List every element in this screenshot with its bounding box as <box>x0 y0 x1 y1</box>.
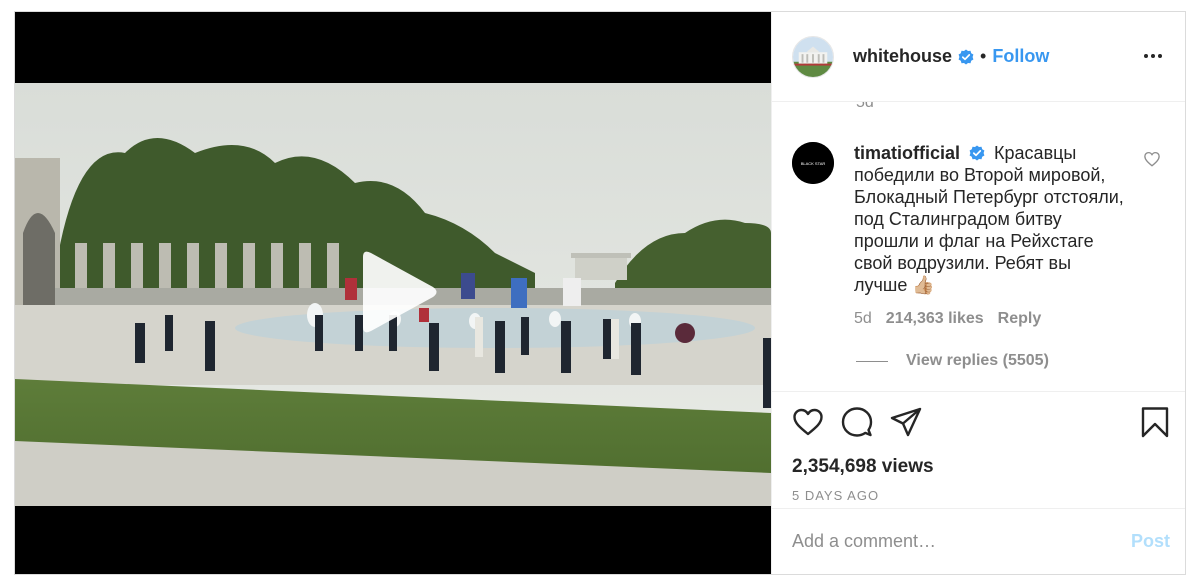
video-panel[interactable] <box>15 12 771 574</box>
bookmark-icon <box>1141 407 1169 438</box>
comment-button[interactable] <box>841 406 873 438</box>
author-username[interactable]: whitehouse <box>853 46 952 67</box>
comment-body: timatiofficial Красавцы победили во Втор… <box>854 142 1124 328</box>
save-button[interactable] <box>1139 406 1171 438</box>
white-house-avatar-icon <box>793 36 833 77</box>
comment-time: 5d <box>854 310 872 327</box>
previous-comment-time: 5d <box>856 102 874 111</box>
comment-likes[interactable]: 214,363 likes <box>886 310 984 328</box>
post-timestamp: 5 DAYS AGO <box>792 488 880 503</box>
commenter-avatar[interactable]: BLACK STAR <box>792 142 834 184</box>
post-dialog: whitehouse • Follow 5d BLACK STAR timati… <box>14 11 1186 575</box>
view-count[interactable]: 2,354,698 views <box>772 456 1185 478</box>
share-button[interactable] <box>890 406 922 438</box>
black-star-avatar-icon: BLACK STAR <box>792 142 834 184</box>
heart-icon <box>793 408 823 436</box>
comment-text: Красавцы победили во Второй мировой, Бло… <box>854 143 1124 295</box>
add-comment-input[interactable] <box>792 531 1131 552</box>
heart-outline-icon <box>1144 151 1160 167</box>
comment-composer: Post <box>772 508 1185 574</box>
commenter-username[interactable]: timatiofficial <box>854 143 960 163</box>
post-comment-button[interactable]: Post <box>1131 531 1170 552</box>
author-avatar[interactable] <box>792 35 834 78</box>
verified-badge-icon <box>969 145 985 161</box>
view-replies-label: View replies (5505) <box>906 352 1049 369</box>
action-bar <box>772 392 1185 456</box>
comment-text-block: timatiofficial Красавцы победили во Втор… <box>854 142 1124 296</box>
comment-icon <box>841 407 873 437</box>
reply-button[interactable]: Reply <box>998 310 1042 328</box>
verified-badge-icon <box>958 49 974 64</box>
view-replies-button[interactable]: View replies (5505) <box>856 352 1049 370</box>
comments-list[interactable]: 5d BLACK STAR timatiofficial Красавцы по… <box>772 102 1185 392</box>
share-icon <box>890 407 922 437</box>
comment-meta: 5d 214,363 likes Reply <box>854 310 1124 328</box>
like-button[interactable] <box>792 406 824 438</box>
post-header: whitehouse • Follow <box>772 12 1185 102</box>
comment-item: BLACK STAR timatiofficial Красавцы побед… <box>792 142 1152 328</box>
post-sidebar: whitehouse • Follow 5d BLACK STAR timati… <box>771 12 1185 574</box>
separator-dot: • <box>980 46 987 66</box>
svg-text:BLACK STAR: BLACK STAR <box>801 161 826 166</box>
follow-button[interactable]: Follow <box>992 46 1049 67</box>
more-options-button[interactable] <box>1141 44 1165 68</box>
play-button[interactable] <box>355 247 440 337</box>
replies-divider-line <box>856 360 888 362</box>
play-icon <box>363 251 437 333</box>
more-options-icon <box>1144 54 1162 58</box>
comment-like-button[interactable] <box>1143 150 1161 168</box>
